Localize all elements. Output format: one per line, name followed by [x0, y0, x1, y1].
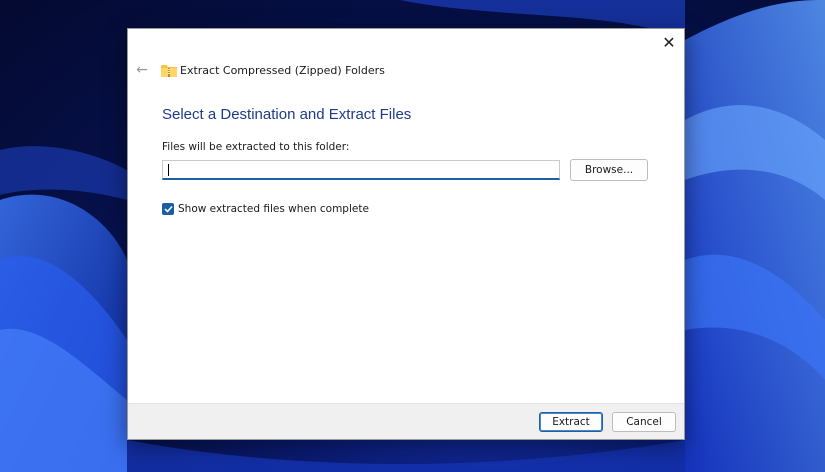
zipped-folder-icon	[161, 64, 177, 77]
cancel-button[interactable]: Cancel	[612, 412, 676, 432]
checkmark-icon	[163, 205, 173, 213]
show-files-checkbox[interactable]	[162, 203, 174, 215]
destination-label: Files will be extracted to this folder:	[162, 141, 350, 153]
dialog-title: Extract Compressed (Zipped) Folders	[180, 63, 385, 77]
close-button[interactable]: ✕	[654, 29, 684, 55]
browse-button[interactable]: Browse...	[570, 159, 648, 181]
show-files-label: Show extracted files when complete	[178, 203, 369, 215]
back-button[interactable]: ←	[134, 62, 150, 78]
dialog-title-row: Extract Compressed (Zipped) Folders	[161, 62, 385, 78]
show-files-option[interactable]: Show extracted files when complete	[162, 203, 369, 215]
dialog-footer: Extract Cancel	[128, 403, 684, 439]
page-heading: Select a Destination and Extract Files	[162, 106, 412, 123]
extract-dialog: ✕ ← Extract Compressed (Zipped) Folders …	[127, 28, 685, 440]
back-arrow-icon: ←	[136, 62, 148, 78]
close-icon: ✕	[662, 32, 676, 52]
extract-button[interactable]: Extract	[539, 412, 603, 432]
destination-path-input[interactable]	[162, 160, 560, 180]
text-caret	[168, 164, 169, 176]
